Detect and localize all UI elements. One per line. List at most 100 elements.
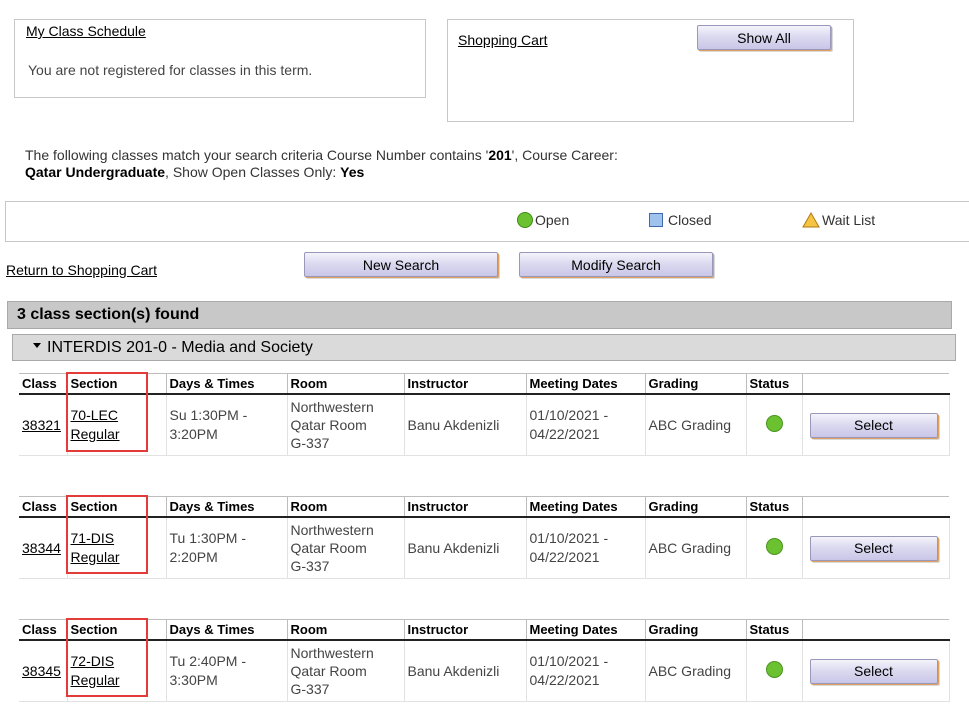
- column-header: [801, 619, 949, 641]
- section-code: 70-LEC: [70, 407, 118, 423]
- column-header: Meeting Dates: [525, 619, 645, 641]
- criteria-course-number: 201: [488, 147, 512, 163]
- select-button[interactable]: Select: [809, 658, 938, 684]
- meeting-date-end: 04/22/2021: [529, 672, 600, 688]
- meeting-date-end: 04/22/2021: [529, 549, 600, 565]
- instructor-cell: Banu Akdenizli: [403, 394, 526, 456]
- section-table: Class Section Days & Times Room Instructor Me…: [19, 373, 950, 456]
- course-title: INTERDIS 201-0 - Media and Society: [47, 339, 313, 356]
- column-header: Days & Times: [165, 496, 287, 518]
- sections-found-header: 3 class section(s) found: [7, 301, 952, 329]
- column-header: Class: [19, 619, 67, 641]
- legend-closed-label: Closed: [668, 212, 712, 228]
- select-button[interactable]: Select: [809, 535, 938, 561]
- open-status-icon: [765, 538, 783, 555]
- section-link[interactable]: 71-DIS Regular: [71, 530, 120, 565]
- table-row: 38344 71-DIS Regular Tu 1:30PM - 2:20PM No…: [19, 517, 950, 579]
- my-class-schedule-panel: My Class Schedule You are not registered…: [14, 19, 426, 98]
- section-cell: 70-LEC Regular: [66, 394, 166, 456]
- column-header: Status: [745, 373, 802, 395]
- new-search-button[interactable]: New Search: [304, 252, 498, 277]
- status-cell: [745, 517, 802, 579]
- column-header: Room: [286, 496, 404, 518]
- column-header: Section: [66, 496, 166, 518]
- meeting-dates-cell: 01/10/2021 - 04/22/2021: [525, 517, 645, 579]
- column-header: Section: [66, 373, 166, 395]
- column-header: Class: [19, 373, 67, 395]
- room-cell: Northwestern Qatar Room G-337: [286, 394, 404, 456]
- section-link[interactable]: 70-LEC Regular: [71, 407, 120, 442]
- days-times-end: 2:20PM: [169, 549, 218, 565]
- grading-cell: ABC Grading: [644, 640, 746, 702]
- legend-closed: Closed: [649, 212, 712, 228]
- search-criteria-text: The following classes match your search …: [25, 147, 725, 181]
- instructor-name: Banu Akdenizli: [407, 663, 500, 679]
- section-table: Class Section Days & Times Room Instructor Me…: [19, 496, 950, 579]
- days-times-cell: Su 1:30PM - 3:20PM: [165, 394, 287, 456]
- wait-list-icon: [802, 212, 820, 228]
- collapse-caret-icon[interactable]: [33, 343, 41, 349]
- days-times-end: 3:20PM: [169, 426, 218, 442]
- room-line-1: Northwestern: [290, 645, 374, 661]
- instructor-cell: Banu Akdenizli: [403, 640, 526, 702]
- criteria-mid: ', Course Career:: [511, 147, 618, 163]
- days-times-start: Su 1:30PM -: [169, 407, 248, 423]
- column-header: Class: [19, 496, 67, 518]
- show-all-button[interactable]: Show All: [697, 25, 831, 50]
- column-header: Instructor: [403, 496, 526, 518]
- instructor-name: Banu Akdenizli: [407, 540, 500, 556]
- course-header[interactable]: INTERDIS 201-0 - Media and Society: [12, 334, 956, 361]
- section-type: Regular: [70, 549, 120, 565]
- meeting-date-start: 01/10/2021 -: [529, 407, 609, 423]
- section-type: Regular: [70, 672, 120, 688]
- status-cell: [745, 640, 802, 702]
- my-class-schedule-link[interactable]: My Class Schedule: [26, 23, 146, 39]
- class-number-cell: 38345: [19, 640, 67, 702]
- select-button[interactable]: Select: [809, 412, 938, 438]
- room-line-2: Qatar Room: [290, 540, 367, 556]
- column-header: Days & Times: [165, 619, 287, 641]
- section-link[interactable]: 72-DIS Regular: [71, 653, 120, 688]
- days-times-start: Tu 1:30PM -: [169, 530, 247, 546]
- class-number-link[interactable]: 38345: [22, 663, 61, 679]
- grading-cell: ABC Grading: [644, 394, 746, 456]
- column-header: Instructor: [403, 619, 526, 641]
- open-icon: [517, 212, 533, 228]
- select-cell: Select: [801, 394, 950, 456]
- grading-value: ABC Grading: [648, 540, 731, 556]
- meeting-dates-cell: 01/10/2021 - 04/22/2021: [525, 640, 645, 702]
- room-line-2: Qatar Room: [290, 417, 367, 433]
- not-registered-message: You are not registered for classes in th…: [28, 62, 313, 78]
- room-cell: Northwestern Qatar Room G-337: [286, 517, 404, 579]
- room-line-3: G-337: [290, 681, 330, 697]
- table-row: 38345 72-DIS Regular Tu 2:40PM - 3:30PM No…: [19, 640, 950, 702]
- meeting-date-start: 01/10/2021 -: [529, 530, 609, 546]
- room-line-1: Northwestern: [290, 522, 374, 538]
- modify-search-button[interactable]: Modify Search: [519, 252, 713, 277]
- column-header: Section: [66, 619, 166, 641]
- days-times-cell: Tu 2:40PM - 3:30PM: [165, 640, 287, 702]
- section-cell: 72-DIS Regular: [66, 640, 166, 702]
- table-header-row: Class Section Days & Times Room Instructor Me…: [19, 496, 949, 518]
- room-line-3: G-337: [290, 558, 330, 574]
- table-row: 38321 70-LEC Regular Su 1:30PM - 3:20PM No…: [19, 394, 950, 456]
- table-header-row: Class Section Days & Times Room Instructor Me…: [19, 373, 949, 395]
- instructor-cell: Banu Akdenizli: [403, 517, 526, 579]
- meeting-dates-cell: 01/10/2021 - 04/22/2021: [525, 394, 645, 456]
- criteria-open-value: Yes: [340, 164, 365, 180]
- room-line-1: Northwestern: [290, 399, 374, 415]
- section-code: 71-DIS: [70, 530, 115, 546]
- legend-open: Open: [517, 212, 569, 228]
- shopping-cart-panel: Shopping Cart Show All: [447, 19, 854, 122]
- column-header: Meeting Dates: [525, 373, 645, 395]
- room-cell: Northwestern Qatar Room G-337: [286, 640, 404, 702]
- days-times-cell: Tu 1:30PM - 2:20PM: [165, 517, 287, 579]
- days-times-end: 3:30PM: [169, 672, 218, 688]
- section-table: Class Section Days & Times Room Instructor Me…: [19, 619, 950, 702]
- class-number-link[interactable]: 38321: [22, 417, 61, 433]
- return-to-shopping-cart-link[interactable]: Return to Shopping Cart: [6, 262, 157, 278]
- column-header: Instructor: [403, 373, 526, 395]
- instructor-name: Banu Akdenizli: [407, 417, 500, 433]
- class-number-link[interactable]: 38344: [22, 540, 61, 556]
- shopping-cart-link[interactable]: Shopping Cart: [458, 32, 548, 48]
